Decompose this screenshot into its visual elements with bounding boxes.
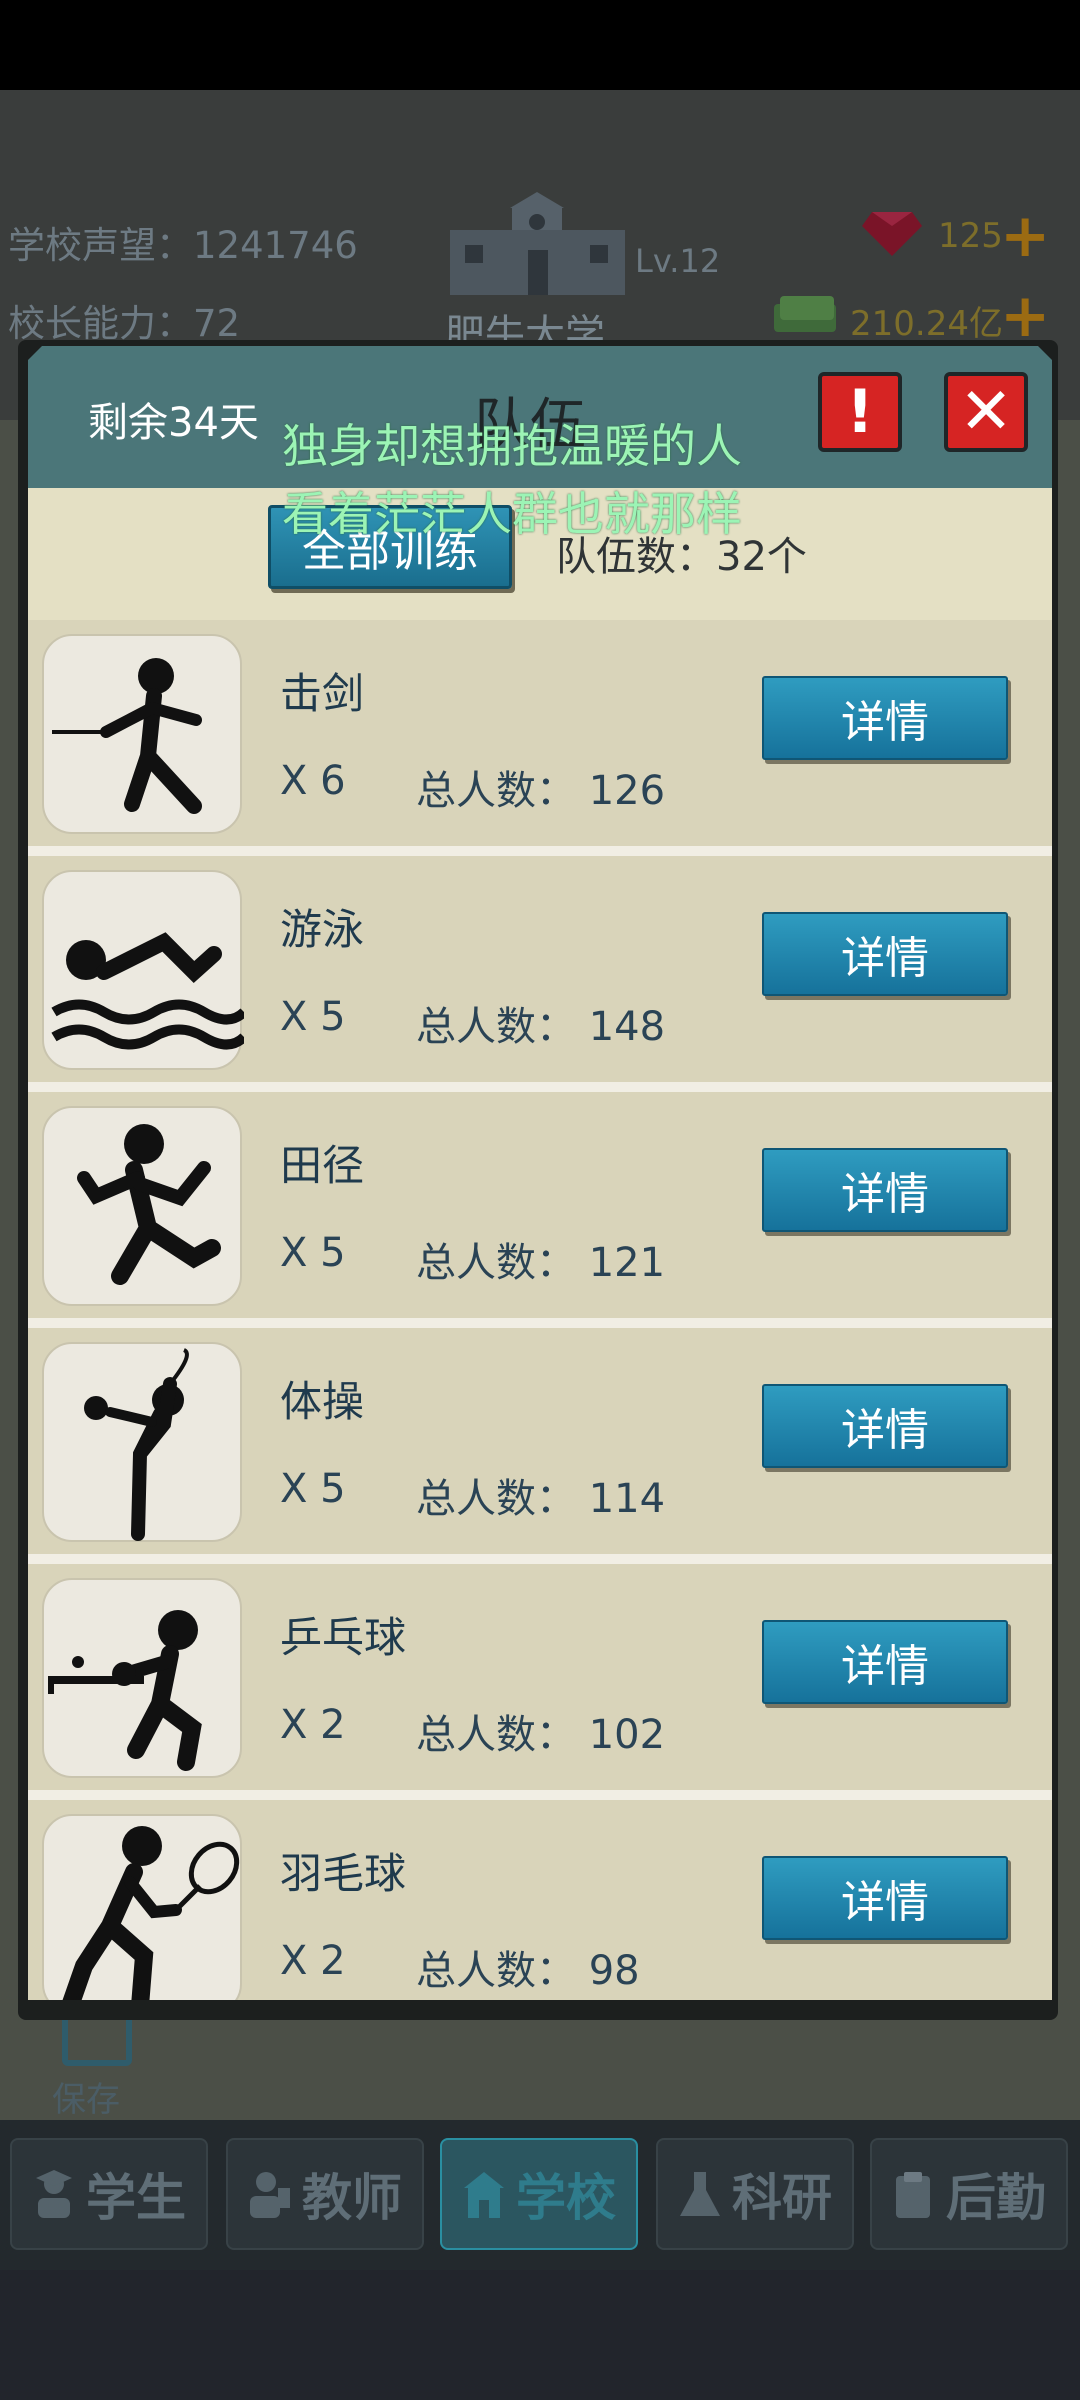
school-level: Lv.12 — [635, 242, 721, 280]
logistics-icon — [896, 2172, 930, 2218]
team-name: 羽毛球 — [280, 1849, 407, 1898]
nav-tab-teachers[interactable]: 教师 — [226, 2138, 424, 2250]
team-total: 总人数： 114 — [416, 1476, 666, 1522]
gem-icon — [862, 212, 922, 256]
team-total: 总人数： 98 — [416, 1948, 640, 1994]
details-button[interactable]: 详情 — [762, 1856, 1008, 1940]
details-button[interactable]: 详情 — [762, 676, 1008, 760]
running-icon — [77, 1124, 221, 1285]
close-button[interactable]: ✕ — [944, 372, 1028, 452]
money-amount: 210.24亿 — [850, 304, 1003, 344]
team-total: 总人数： 102 — [416, 1712, 666, 1758]
swimming-icon-tile — [42, 870, 248, 1070]
ability-label: 校长能力： — [8, 302, 193, 345]
nav-tab-research[interactable]: 科研 — [656, 2138, 854, 2250]
team-total: 总人数： 148 — [416, 1004, 666, 1050]
school-icon — [464, 2172, 504, 2218]
nav-label-school: 学校 — [516, 2169, 616, 2227]
team-multiplier: X 2 — [280, 1938, 346, 1984]
reputation-value: 1241746 — [193, 224, 358, 267]
team-row: 游泳 X 5 总人数： 148 详情 — [28, 856, 1052, 1082]
team-multiplier: X 5 — [280, 994, 346, 1040]
team-name: 游泳 — [280, 905, 365, 954]
team-name: 乒乓球 — [280, 1613, 407, 1662]
research-icon — [680, 2172, 720, 2216]
team-multiplier: X 6 — [280, 758, 346, 804]
teacher-icon — [250, 2172, 290, 2218]
money-icon — [774, 296, 836, 332]
gymnastics-icon-tile — [42, 1342, 242, 1542]
add-gems-button[interactable]: + — [1000, 206, 1050, 266]
team-name: 田径 — [280, 1141, 365, 1190]
exclamation-icon: ! — [846, 377, 874, 447]
nav-tab-students[interactable]: 学生 — [10, 2138, 208, 2250]
add-money-button[interactable]: + — [1000, 286, 1050, 346]
details-button[interactable]: 详情 — [762, 912, 1008, 996]
system-nav-area — [0, 2270, 1080, 2400]
table-tennis-icon-tile — [42, 1578, 242, 1778]
team-name: 体操 — [280, 1377, 365, 1426]
nav-label-logistics: 后勤 — [946, 2169, 1046, 2227]
team-multiplier: X 2 — [280, 1702, 346, 1748]
details-button[interactable]: 详情 — [762, 1620, 1008, 1704]
nav-label-students: 学生 — [86, 2169, 186, 2227]
nav-tab-school[interactable]: 学校 — [440, 2138, 638, 2250]
team-multiplier: X 5 — [280, 1466, 346, 1512]
team-row: 乒乓球 X 2 总人数： 102 详情 — [28, 1564, 1052, 1790]
lyric-line-2: 看着茫茫人群也就那样 — [282, 487, 742, 541]
running-icon-tile — [42, 1106, 242, 1306]
team-name: 击剑 — [280, 669, 365, 718]
school-building-icon[interactable] — [450, 190, 625, 295]
team-row: 击剑 X 6 总人数： 126 详情 — [28, 620, 1052, 846]
details-button[interactable]: 详情 — [762, 1384, 1008, 1468]
table-tennis-icon — [48, 1610, 202, 1771]
status-bar — [0, 0, 1080, 90]
save-label: 保存 — [52, 2080, 120, 2120]
team-multiplier: X 5 — [280, 1230, 346, 1276]
nav-tab-logistics[interactable]: 后勤 — [870, 2138, 1068, 2250]
nav-label-research: 科研 — [732, 2169, 832, 2227]
nav-label-teachers: 教师 — [302, 2169, 402, 2227]
info-button[interactable]: ! — [818, 372, 902, 452]
fencing-icon — [52, 658, 202, 814]
gymnastics-icon — [84, 1348, 189, 1541]
team-total: 总人数： 126 — [416, 768, 666, 814]
swimming-icon — [51, 932, 248, 1050]
badminton-icon-tile — [42, 1814, 242, 2000]
ability-value: 72 — [193, 302, 241, 345]
team-row: 羽毛球 X 2 总人数： 98 详情 — [28, 1800, 1052, 2000]
reputation-label: 学校声望： — [8, 224, 193, 267]
reputation-stat: 学校声望：1241746 — [8, 215, 358, 269]
save-button[interactable]: 保存 — [52, 2010, 142, 2120]
team-row: 田径 X 5 总人数： 121 详情 — [28, 1092, 1052, 1318]
badminton-icon — [62, 1826, 240, 2000]
fencing-icon-tile — [42, 634, 242, 834]
details-button[interactable]: 详情 — [762, 1148, 1008, 1232]
lyric-line-1: 独身却想拥抱温暖的人 — [282, 419, 742, 473]
team-row: 体操 X 5 总人数： 114 详情 — [28, 1328, 1052, 1554]
team-total: 总人数： 121 — [416, 1240, 666, 1286]
gem-count: 125 — [938, 216, 1003, 256]
days-remaining: 剩余34天 — [88, 400, 259, 446]
ability-stat: 校长能力：72 — [8, 293, 240, 347]
student-icon — [36, 2170, 72, 2218]
team-list[interactable]: 击剑 X 6 总人数： 126 详情 游泳 X 5 总人数： 148 详情 田径… — [28, 620, 1052, 2000]
close-icon: ✕ — [959, 375, 1013, 449]
